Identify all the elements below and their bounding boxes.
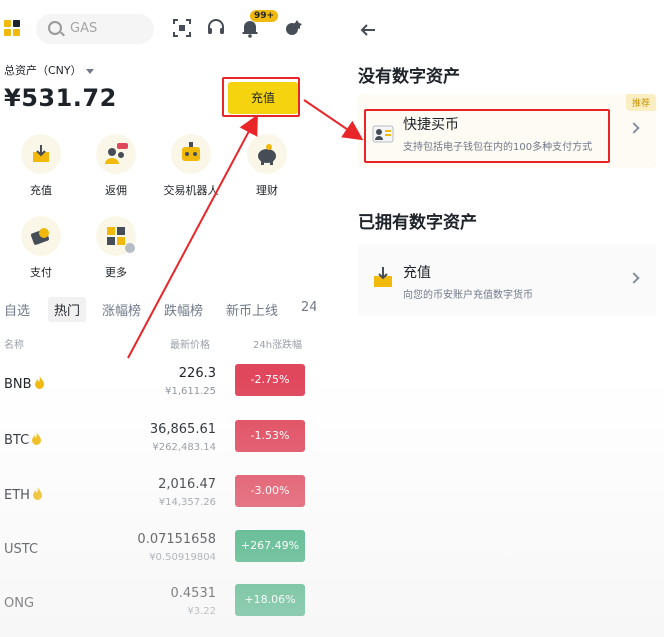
row-change-badge[interactable]: -2.75%: [235, 364, 305, 396]
shortcut-deposit[interactable]: 充值: [6, 134, 76, 198]
left-panel-home: GAS 99+ 总资产（CNY） ¥531.72 充值 充值 返佣 交易机器人 …: [0, 0, 316, 637]
row-price: 0.07151658: [137, 532, 216, 547]
pay-icon: [21, 216, 61, 256]
row-symbol: ONG: [4, 596, 35, 611]
table-row-ong[interactable]: ONG 0.4531 ¥3.22 +18.06%: [0, 582, 316, 636]
row-change-badge[interactable]: -1.53%: [235, 420, 305, 452]
caret-down-icon: [85, 68, 94, 74]
shortcut-earn[interactable]: 理财: [232, 134, 302, 198]
table-row-ustc[interactable]: USTC 0.07151658 ¥0.50919804 +267.49%: [0, 528, 316, 582]
search-icon: [48, 21, 62, 35]
deposit-icon: [374, 267, 392, 287]
earn-icon: [247, 134, 287, 174]
screen-divider: [316, 0, 344, 637]
right-panel-deposit-options: 没有数字资产 推荐 快捷买币 支持包括电子钱包在内的100多种支付方式 已拥有数…: [344, 0, 664, 637]
chevron-right-icon: [628, 122, 640, 134]
recommended-tag: 推荐: [625, 94, 656, 111]
deposit-crypto-card[interactable]: 充值 向您的币安账户充值数字货币: [358, 244, 656, 316]
row-symbol: BTC: [4, 432, 42, 448]
section-title-no-assets: 没有数字资产: [358, 67, 460, 87]
column-header-change: 24h涨跌幅: [253, 340, 303, 351]
deposit-card-subtitle: 向您的币安账户充值数字货币: [403, 290, 533, 301]
quick-buy-title: 快捷买币: [403, 117, 459, 133]
deposit-icon: [21, 134, 61, 174]
shortcut-more[interactable]: 更多: [81, 216, 151, 280]
row-fiat-price: ¥262,483.14: [152, 442, 216, 453]
quick-buy-subtitle: 支持包括电子钱包在内的100多种支付方式: [403, 142, 593, 153]
table-row-btc[interactable]: BTC 36,865.61 ¥262,483.14 -1.53%: [0, 418, 316, 472]
tab-gainers[interactable]: 涨幅榜: [102, 300, 141, 319]
row-fiat-price: ¥0.50919804: [149, 552, 216, 563]
tab-hot[interactable]: 热门: [48, 297, 87, 322]
column-header-name: 名称: [4, 340, 24, 351]
deposit-button[interactable]: 充值: [228, 82, 298, 114]
tab-new-listings[interactable]: 新币上线: [226, 300, 278, 319]
shortcut-referral[interactable]: 返佣: [81, 134, 151, 198]
row-fiat-price: ¥1,611.25: [165, 386, 216, 397]
back-arrow-icon[interactable]: [358, 20, 378, 40]
hot-flame-icon: [32, 487, 42, 500]
row-symbol: USTC: [4, 542, 39, 557]
row-change-badge[interactable]: +18.06%: [235, 584, 305, 616]
quick-buy-card[interactable]: 推荐 快捷买币 支持包括电子钱包在内的100多种支付方式: [358, 94, 656, 168]
row-symbol: ETH: [4, 487, 43, 503]
row-price: 226.3: [178, 366, 216, 381]
row-price: 36,865.61: [149, 422, 216, 437]
shortcut-trading-bot[interactable]: 交易机器人: [156, 134, 226, 198]
row-fiat-price: ¥3.22: [187, 606, 216, 617]
tab-favorites[interactable]: 自选: [4, 300, 30, 319]
table-row-eth[interactable]: ETH 2,016.47 ¥14,357.26 -3.00%: [0, 473, 316, 527]
tab-24h[interactable]: 24: [301, 300, 316, 315]
section-title-has-assets: 已拥有数字资产: [358, 213, 477, 233]
deposit-card-title: 充值: [403, 265, 431, 281]
hot-flame-icon: [32, 432, 42, 445]
total-assets-value: ¥531.72: [4, 84, 117, 112]
hot-flame-icon: [34, 376, 44, 389]
search-placeholder: GAS: [70, 21, 98, 36]
gift-hub-icon[interactable]: [284, 18, 304, 38]
row-price: 0.4531: [170, 586, 217, 601]
binance-logo-icon[interactable]: [4, 20, 22, 38]
row-change-badge[interactable]: +267.49%: [235, 530, 305, 562]
row-change-badge[interactable]: -3.00%: [235, 475, 305, 507]
more-icon: [96, 216, 136, 256]
table-row-bnb[interactable]: BNB 226.3 ¥1,611.25 -2.75%: [0, 362, 316, 416]
market-tabs: 自选 热门 涨幅榜 跌幅榜 新币上线 24: [4, 294, 316, 322]
support-headset-icon[interactable]: [206, 18, 226, 38]
shortcut-pay[interactable]: 支付: [6, 216, 76, 280]
referral-icon: [96, 134, 136, 174]
row-fiat-price: ¥14,357.26: [158, 497, 216, 508]
column-header-price: 最新价格: [170, 340, 210, 351]
total-assets-label[interactable]: 总资产（CNY）: [4, 62, 94, 78]
tab-losers[interactable]: 跌幅榜: [164, 300, 203, 319]
row-price: 2,016.47: [158, 477, 216, 492]
row-symbol: BNB: [4, 376, 45, 392]
search-box[interactable]: GAS: [36, 14, 154, 44]
notification-count-badge: 99+: [250, 10, 279, 22]
scan-icon[interactable]: [172, 18, 192, 38]
chevron-right-icon: [628, 272, 640, 284]
top-bar: GAS 99+: [0, 10, 316, 46]
trading-bot-icon: [171, 134, 211, 174]
quick-buy-icon: [372, 125, 394, 143]
